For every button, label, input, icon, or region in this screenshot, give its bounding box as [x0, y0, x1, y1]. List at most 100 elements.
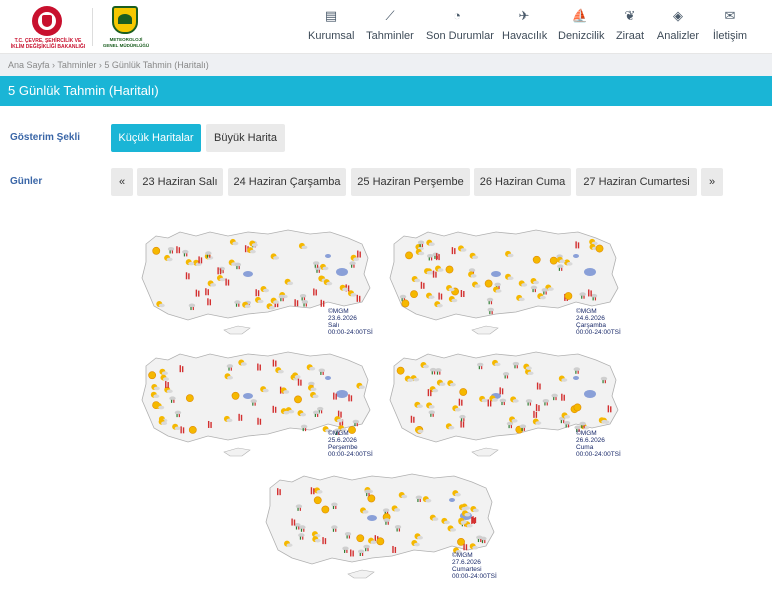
site-header: T.C. ÇEVRE, ŞEHİRCİLİK VE İKLİM DEĞİŞİKL… [0, 0, 772, 54]
day-button-26[interactable]: 26 Haziran Cuma [474, 168, 571, 196]
sunny-icon [410, 290, 418, 299]
map-day: Cuma [576, 444, 594, 451]
day-button-27[interactable]: 27 Haziran Cumartesi [576, 168, 697, 196]
map-date: 24.6.2026 [576, 315, 605, 322]
page-title: 5 Günlük Tahmin (Haritalı) [8, 83, 159, 98]
nav-label: Ziraat [615, 30, 645, 42]
forecast-map-day3[interactable]: ©MGM 25.6.2026 Perşembe 00:00-24:00TSİ [138, 344, 378, 464]
nav-label: Denizcilik [558, 30, 605, 42]
forecast-map-day5[interactable]: ©MGM 27.6.2026 Cumartesi 00:00-24:00TSİ [262, 466, 502, 586]
sunny-icon [148, 371, 157, 380]
mgm-name-line2: GENEL MÜDÜRLÜĞÜ [102, 43, 150, 48]
breadcrumb-forecasts-link[interactable]: Tahminler [57, 60, 96, 70]
sunny-icon [459, 388, 468, 396]
sunny-icon [595, 244, 604, 253]
nav-item-denizcilik[interactable]: ⛵ Denizcilik [558, 0, 605, 54]
map-source: ©MGM [328, 430, 349, 437]
sunny-icon [445, 265, 454, 274]
small-maps-button[interactable]: Küçük Haritalar [111, 124, 201, 152]
sunny-icon [185, 394, 194, 403]
map-day: Cumartesi [452, 566, 482, 573]
map-period: 00:00-24:00TSİ [452, 573, 497, 580]
gauge-icon: ◔ [453, 8, 461, 23]
nav-item-son-durumlar[interactable]: ◔ Son Durumlar [426, 0, 494, 54]
nav-item-ziraat[interactable]: ❦ Ziraat [614, 0, 646, 54]
map-date: 23.6.2026 [328, 315, 357, 322]
map-caption-day3: ©MGM 25.6.2026 Perşembe 00:00-24:00TSİ [328, 430, 373, 458]
map-date: 27.6.2026 [452, 559, 481, 566]
leaf-icon: ❦ [624, 8, 636, 23]
day-button-23[interactable]: 23 Haziran Salı [137, 168, 223, 196]
large-map-button[interactable]: Büyük Harita [206, 124, 285, 152]
nav-item-havacilik[interactable]: ✈ Havacılık [502, 0, 548, 54]
lake-shape [573, 254, 579, 258]
map-source: ©MGM [576, 430, 597, 437]
forecast-map-day2[interactable]: ©MGM 24.6.2026 Çarşamba 00:00-24:00TSİ [386, 222, 626, 342]
map-period: 00:00-24:00TSİ [328, 451, 373, 458]
sunny-icon [294, 395, 302, 404]
breadcrumb-home-link[interactable]: Ana Sayfa [8, 60, 50, 70]
nav-label: Havacılık [502, 30, 548, 42]
nav-label: Tahminler [366, 30, 414, 42]
display-mode-label: Gösterim Şekli [10, 132, 81, 143]
day-button-24[interactable]: 24 Haziran Çarşamba [228, 168, 346, 196]
lake-shape [491, 271, 501, 277]
chart-icon: ⟋ [385, 8, 395, 23]
cyprus-outline [471, 325, 499, 335]
map-source: ©MGM [452, 552, 473, 559]
lake-shape [336, 268, 348, 276]
sailboat-icon: ⛵ [571, 8, 589, 23]
sunny-icon [401, 299, 410, 308]
map-source: ©MGM [576, 308, 597, 315]
map-period: 00:00-24:00TSİ [576, 451, 621, 458]
lake-shape [449, 498, 455, 502]
ministry-logo[interactable]: T.C. ÇEVRE, ŞEHİRCİLİK VE İKLİM DEĞİŞİKL… [8, 4, 88, 50]
sunny-icon [313, 496, 322, 505]
lake-shape [584, 268, 596, 276]
sunny-icon [396, 366, 405, 375]
lake-shape [367, 515, 377, 521]
map-date: 25.6.2026 [328, 437, 357, 444]
prev-day-button[interactable]: « [111, 168, 133, 196]
next-day-button[interactable]: » [701, 168, 723, 196]
ministry-name-line2: İKLİM DEĞİŞİKLİĞİ BAKANLIĞI [10, 44, 86, 50]
sunny-icon [231, 391, 240, 400]
page-title-bar: 5 Günlük Tahmin (Haritalı) [0, 76, 772, 106]
sunny-icon [356, 534, 365, 543]
sunny-icon [484, 279, 493, 288]
mgm-logo[interactable]: METEOROLOJİ GENEL MÜDÜRLÜĞÜ [100, 4, 152, 50]
lake-shape [336, 390, 348, 398]
sunny-icon [457, 538, 465, 546]
nav-item-iletisim[interactable]: ✉ İletişim [710, 0, 750, 54]
lake-shape [584, 390, 596, 398]
breadcrumb: Ana Sayfa › Tahminler › 5 Günlük Tahmin … [0, 54, 772, 76]
map-period: 00:00-24:00TSİ [328, 329, 373, 336]
lake-shape [573, 376, 579, 380]
ministry-emblem-icon [32, 6, 62, 36]
nav-item-tahminler[interactable]: ⟋ Tahminler [366, 0, 414, 54]
sunny-icon [532, 255, 541, 264]
map-period: 00:00-24:00TSİ [576, 329, 621, 336]
map-caption-day4: ©MGM 26.6.2026 Cuma 00:00-24:00TSİ [576, 430, 621, 458]
cyprus-outline [223, 447, 251, 457]
cyprus-outline [223, 325, 251, 335]
lake-shape [325, 376, 331, 380]
sunny-icon [152, 246, 161, 255]
days-row: Günler « 23 Haziran Salı 24 Haziran Çarş… [0, 168, 772, 196]
sunny-icon [321, 505, 330, 514]
analysis-icon: ◈ [673, 8, 683, 23]
forecast-map-day4[interactable]: ©MGM 26.6.2026 Cuma 00:00-24:00TSİ [386, 344, 626, 464]
forecast-map-day1[interactable]: ©MGM 23.6.2026 Salı 00:00-24:00TSİ [138, 222, 378, 342]
day-button-25[interactable]: 25 Haziran Perşembe [351, 168, 470, 196]
nav-label: Analizler [656, 30, 700, 42]
sunny-icon [549, 256, 558, 265]
thunderstorm-icon [300, 424, 308, 432]
nav-label: İletişim [712, 30, 748, 42]
days-label: Günler [10, 176, 43, 187]
lake-shape [243, 271, 253, 277]
map-date: 26.6.2026 [576, 437, 605, 444]
map-caption-day2: ©MGM 24.6.2026 Çarşamba 00:00-24:00TSİ [576, 308, 621, 336]
map-day: Salı [328, 322, 340, 329]
nav-item-analizler[interactable]: ◈ Analizler [656, 0, 700, 54]
nav-item-kurumsal[interactable]: ▤ Kurumsal [308, 0, 354, 54]
